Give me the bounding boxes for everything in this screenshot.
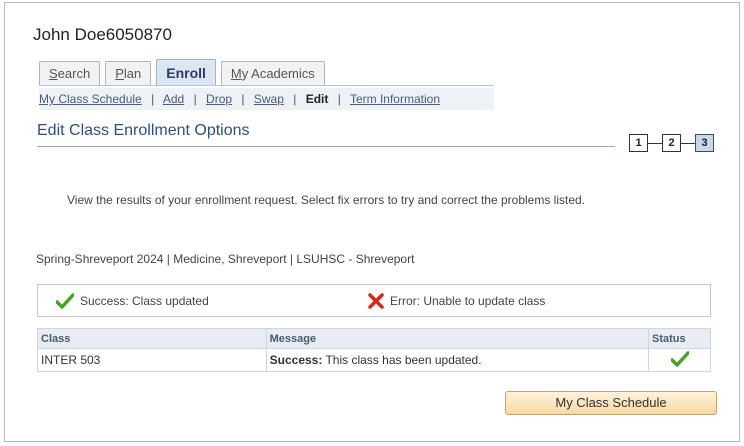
tabs-divider <box>39 85 494 86</box>
tab-search[interactable]: Search <box>39 61 101 85</box>
checkmark-icon <box>56 293 74 309</box>
results-table: Class Message Status INTER 503 Success: … <box>37 328 711 372</box>
success-label: Success: Class updated <box>80 294 209 308</box>
column-header-status: Status <box>648 328 711 349</box>
page-title: Edit Class Enrollment Options <box>37 122 250 139</box>
table-row: INTER 503 Success: This class has been u… <box>37 348 711 372</box>
step-3-current: 3 <box>695 134 714 152</box>
subnav-edit: Edit <box>305 92 329 106</box>
step-indicator: 1 2 3 <box>629 133 714 153</box>
tab-enroll[interactable]: Enroll <box>156 59 216 85</box>
message-text: This class has been updated. <box>322 353 482 367</box>
subnav-drop[interactable]: Drop <box>206 92 232 106</box>
cell-status <box>648 348 711 372</box>
enroll-subnav: My Class Schedule | Add | Drop | Swap | … <box>39 88 494 110</box>
column-header-class: Class <box>37 328 267 349</box>
subnav-add[interactable]: Add <box>163 92 184 106</box>
subnav-swap[interactable]: Swap <box>254 92 284 106</box>
column-header-message: Message <box>265 328 650 349</box>
success-summary: Success: Class updated <box>56 293 209 309</box>
subnav-term-information[interactable]: Term Information <box>350 92 440 106</box>
checkmark-icon <box>669 350 690 367</box>
title-divider <box>37 146 615 147</box>
subnav-separator: | <box>241 92 245 106</box>
table-header-row: Class Message Status <box>37 328 711 349</box>
term-info: Spring-Shreveport 2024 | Medicine, Shrev… <box>36 252 415 266</box>
tab-plan[interactable]: Plan <box>105 61 152 85</box>
step-connector <box>681 142 695 144</box>
error-summary: Error: Unable to update class <box>368 293 545 309</box>
cell-class: INTER 503 <box>37 348 267 372</box>
student-name: John Doe6050870 <box>33 25 172 44</box>
instructions-text: View the results of your enrollment requ… <box>67 193 586 207</box>
cell-message: Success: This class has been updated. <box>265 348 650 372</box>
step-2: 2 <box>662 134 681 152</box>
error-x-icon <box>368 293 384 309</box>
subnav-separator: | <box>193 92 197 106</box>
main-tabs: Search Plan Enroll My Academics <box>39 59 330 85</box>
status-summary: Success: Class updated Error: Unable to … <box>37 284 711 317</box>
message-status-word: Success: <box>269 353 323 367</box>
subnav-separator: | <box>337 92 341 106</box>
subnav-my-class-schedule[interactable]: My Class Schedule <box>39 92 142 106</box>
page-frame: John Doe6050870 Search Plan Enroll My Ac… <box>4 2 740 442</box>
subnav-separator: | <box>151 92 155 106</box>
subnav-separator: | <box>293 92 297 106</box>
step-1: 1 <box>629 134 648 152</box>
tab-my-academics[interactable]: My Academics <box>220 61 325 85</box>
error-label: Error: Unable to update class <box>390 294 546 308</box>
my-class-schedule-button[interactable]: My Class Schedule <box>505 391 717 415</box>
step-connector <box>648 142 662 144</box>
